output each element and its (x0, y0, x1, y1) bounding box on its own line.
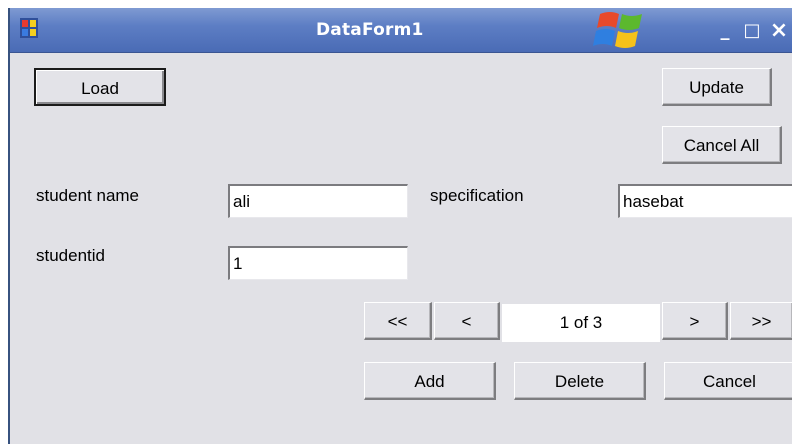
add-button[interactable]: Add (364, 362, 496, 400)
cancel-button[interactable]: Cancel (664, 362, 792, 400)
student-name-label: student name (36, 186, 140, 205)
cancel-all-button[interactable]: Cancel All (662, 126, 782, 164)
maximize-button[interactable]: □ (740, 20, 764, 42)
close-button[interactable]: × (766, 20, 792, 42)
last-record-button[interactable]: >> (730, 302, 792, 340)
previous-record-button[interactable]: < (434, 302, 500, 340)
studentid-field[interactable]: 1 (228, 246, 408, 280)
first-record-button[interactable]: << (364, 302, 432, 340)
specification-label: specification (430, 186, 524, 205)
windows-xp-logo-icon (593, 12, 642, 48)
update-button[interactable]: Update (662, 68, 772, 106)
studentid-label: studentid (36, 246, 105, 265)
load-button[interactable]: Load (34, 68, 166, 106)
record-position: 1 of 3 (502, 304, 660, 342)
app-icon[interactable] (20, 18, 38, 38)
dataform-window: DataForm1 _ □ × Load Update Cancel All s… (8, 8, 792, 444)
student-name-field[interactable]: ali (228, 184, 408, 218)
window-title: DataForm1 (316, 20, 424, 40)
specification-field[interactable]: hasebat (618, 184, 792, 218)
next-record-button[interactable]: > (662, 302, 728, 340)
title-bar[interactable]: DataForm1 _ □ × (10, 8, 792, 53)
delete-button[interactable]: Delete (514, 362, 646, 400)
minimize-button[interactable]: _ (714, 20, 736, 42)
